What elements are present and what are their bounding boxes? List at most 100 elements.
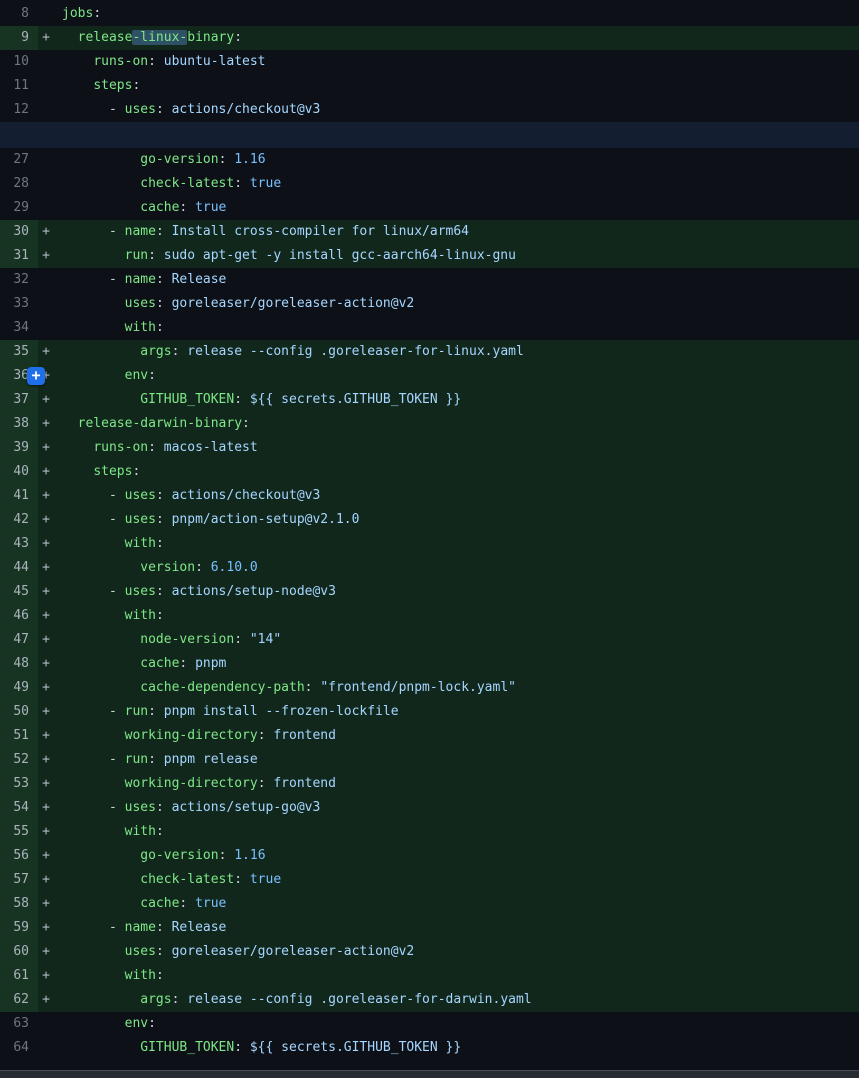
line-number[interactable]: 42 bbox=[0, 508, 38, 532]
diff-sign: + bbox=[38, 772, 54, 796]
diff-sign bbox=[38, 98, 54, 122]
diff-line: 59+ - name: Release bbox=[0, 916, 859, 940]
line-number[interactable]: 11 bbox=[0, 74, 38, 98]
line-number[interactable]: 29 bbox=[0, 196, 38, 220]
diff-sign bbox=[38, 292, 54, 316]
code-text: working-directory: frontend bbox=[54, 724, 859, 748]
diff-line: 44+ version: 6.10.0 bbox=[0, 556, 859, 580]
code-text: uses: goreleaser/goreleaser-action@v2 bbox=[54, 292, 859, 316]
line-number[interactable]: 10 bbox=[0, 50, 38, 74]
line-number[interactable]: 49 bbox=[0, 676, 38, 700]
line-number[interactable]: 39 bbox=[0, 436, 38, 460]
diff-line: 29 cache: true bbox=[0, 196, 859, 220]
diff-line: 63 env: bbox=[0, 1012, 859, 1036]
diff-line: 49+ cache-dependency-path: "frontend/pnp… bbox=[0, 676, 859, 700]
line-number[interactable]: 35 bbox=[0, 340, 38, 364]
expand-hunk-row[interactable] bbox=[0, 122, 859, 148]
line-number[interactable]: 57 bbox=[0, 868, 38, 892]
code-text: - uses: actions/checkout@v3 bbox=[54, 98, 859, 122]
bottom-divider bbox=[0, 1070, 859, 1078]
line-number[interactable]: 50 bbox=[0, 700, 38, 724]
code-text: version: 6.10.0 bbox=[54, 556, 859, 580]
diff-line: 33 uses: goreleaser/goreleaser-action@v2 bbox=[0, 292, 859, 316]
line-number[interactable]: 46 bbox=[0, 604, 38, 628]
diff-line: 45+ - uses: actions/setup-node@v3 bbox=[0, 580, 859, 604]
code-text: args: release --config .goreleaser-for-d… bbox=[54, 988, 859, 1012]
code-text: args: release --config .goreleaser-for-l… bbox=[54, 340, 859, 364]
line-number[interactable]: 27 bbox=[0, 148, 38, 172]
diff-line: 51+ working-directory: frontend bbox=[0, 724, 859, 748]
line-number[interactable]: 51 bbox=[0, 724, 38, 748]
diff-sign: + bbox=[38, 26, 54, 50]
line-number[interactable]: 58 bbox=[0, 892, 38, 916]
line-number[interactable]: 62 bbox=[0, 988, 38, 1012]
diff-sign: + bbox=[38, 580, 54, 604]
diff-sign bbox=[38, 50, 54, 74]
diff-sign bbox=[38, 268, 54, 292]
code-text: run: sudo apt-get -y install gcc-aarch64… bbox=[54, 244, 859, 268]
line-number[interactable]: 38 bbox=[0, 412, 38, 436]
line-number[interactable]: 53 bbox=[0, 772, 38, 796]
line-number[interactable]: 37 bbox=[0, 388, 38, 412]
line-number[interactable]: 63 bbox=[0, 1012, 38, 1036]
diff-line: 39+ runs-on: macos-latest bbox=[0, 436, 859, 460]
diff-line: 10 runs-on: ubuntu-latest bbox=[0, 50, 859, 74]
diff-sign bbox=[38, 172, 54, 196]
line-number[interactable]: 12 bbox=[0, 98, 38, 122]
diff-line: 54+ - uses: actions/setup-go@v3 bbox=[0, 796, 859, 820]
diff-line: 61+ with: bbox=[0, 964, 859, 988]
line-number[interactable]: 41 bbox=[0, 484, 38, 508]
diff-line: 56+ go-version: 1.16 bbox=[0, 844, 859, 868]
line-number[interactable]: 56 bbox=[0, 844, 38, 868]
line-number[interactable]: 8 bbox=[0, 2, 38, 26]
diff-line: 53+ working-directory: frontend bbox=[0, 772, 859, 796]
line-number[interactable]: 44 bbox=[0, 556, 38, 580]
line-number[interactable]: 28 bbox=[0, 172, 38, 196]
code-text: with: bbox=[54, 532, 859, 556]
line-number[interactable]: 33 bbox=[0, 292, 38, 316]
line-number[interactable]: 60 bbox=[0, 940, 38, 964]
line-number[interactable]: 54 bbox=[0, 796, 38, 820]
diff-line: 42+ - uses: pnpm/action-setup@v2.1.0 bbox=[0, 508, 859, 532]
line-number[interactable]: 48 bbox=[0, 652, 38, 676]
code-text: cache: true bbox=[54, 892, 859, 916]
line-number[interactable]: 34 bbox=[0, 316, 38, 340]
line-number[interactable]: 47 bbox=[0, 628, 38, 652]
line-number[interactable]: 59 bbox=[0, 916, 38, 940]
line-number[interactable]: 45 bbox=[0, 580, 38, 604]
code-text: uses: goreleaser/goreleaser-action@v2 bbox=[54, 940, 859, 964]
code-text: - name: Install cross-compiler for linux… bbox=[54, 220, 859, 244]
line-number[interactable]: 9 bbox=[0, 26, 38, 50]
line-number[interactable]: 31 bbox=[0, 244, 38, 268]
diff-line: 37+ GITHUB_TOKEN: ${{ secrets.GITHUB_TOK… bbox=[0, 388, 859, 412]
diff-sign: + bbox=[38, 508, 54, 532]
diff-sign bbox=[38, 74, 54, 98]
diff-sign: + bbox=[38, 844, 54, 868]
line-number[interactable]: 61 bbox=[0, 964, 38, 988]
line-number[interactable]: 40 bbox=[0, 460, 38, 484]
diff-sign: + bbox=[38, 340, 54, 364]
diff-line: 57+ check-latest: true bbox=[0, 868, 859, 892]
line-number[interactable]: 64 bbox=[0, 1036, 38, 1060]
diff-line: 64 GITHUB_TOKEN: ${{ secrets.GITHUB_TOKE… bbox=[0, 1036, 859, 1060]
add-comment-button[interactable]: + bbox=[27, 367, 45, 385]
diff-sign bbox=[38, 1036, 54, 1060]
line-number[interactable]: 43 bbox=[0, 532, 38, 556]
code-text: jobs: bbox=[54, 2, 859, 26]
diff-sign: + bbox=[38, 244, 54, 268]
line-number[interactable]: 52 bbox=[0, 748, 38, 772]
diff-line: 48+ cache: pnpm bbox=[0, 652, 859, 676]
code-text: with: bbox=[54, 964, 859, 988]
code-text: release-darwin-binary: bbox=[54, 412, 859, 436]
code-text: - uses: actions/checkout@v3 bbox=[54, 484, 859, 508]
diff-sign: + bbox=[38, 460, 54, 484]
code-text: GITHUB_TOKEN: ${{ secrets.GITHUB_TOKEN }… bbox=[54, 388, 859, 412]
line-number[interactable]: 30 bbox=[0, 220, 38, 244]
diff-sign bbox=[38, 316, 54, 340]
line-number[interactable]: 32 bbox=[0, 268, 38, 292]
diff-sign: + bbox=[38, 652, 54, 676]
line-number[interactable]: 55 bbox=[0, 820, 38, 844]
code-text: cache: true bbox=[54, 196, 859, 220]
code-text: go-version: 1.16 bbox=[54, 844, 859, 868]
code-text: cache-dependency-path: "frontend/pnpm-lo… bbox=[54, 676, 859, 700]
